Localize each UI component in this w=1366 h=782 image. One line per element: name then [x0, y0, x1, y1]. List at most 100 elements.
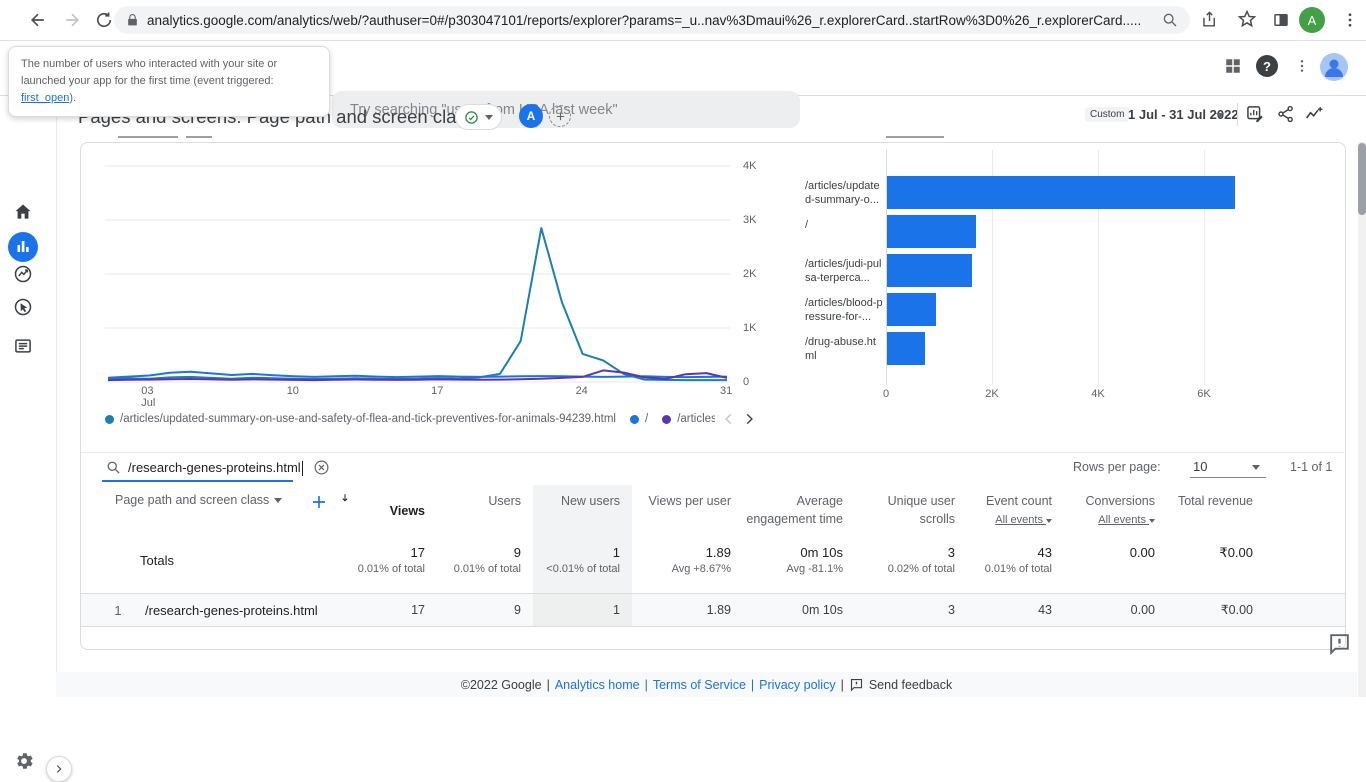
page-footer: ©2022 Google | Analytics home | Terms of Se… — [56, 672, 1357, 697]
column-header-unique-user-scrolls[interactable]: Unique user scrolls — [855, 485, 967, 535]
scrollbar-track[interactable] — [1358, 142, 1366, 697]
apps-grid-icon[interactable] — [1224, 57, 1242, 75]
account-avatar[interactable] — [1320, 53, 1348, 81]
sidebar-item-library[interactable] — [13, 336, 33, 356]
feedback-bubble-icon[interactable] — [1327, 631, 1352, 656]
row-cell: 17 — [411, 603, 425, 617]
sidebar-item-explore[interactable] — [13, 264, 33, 284]
date-range-badge: Custom — [1085, 107, 1130, 122]
customize-report-icon[interactable] — [1245, 104, 1265, 124]
totals-cell: 0m 10s Avg -81.1% — [786, 545, 843, 575]
table-row[interactable]: 1/research-genes-proteins.html 17 9 1 1.89 0m… — [81, 593, 1345, 627]
header-divider — [1237, 103, 1238, 126]
sidebar-expand-button[interactable] — [46, 756, 72, 782]
caret-down-icon — [1046, 518, 1052, 523]
feedback-icon — [849, 677, 864, 692]
share-page-icon[interactable] — [1200, 10, 1219, 29]
y-tick: 0 — [743, 376, 750, 388]
column-header-users[interactable]: Users — [437, 485, 533, 535]
app-menu-icon[interactable] — [1294, 56, 1310, 76]
tooltip-link[interactable]: first_open — [21, 92, 69, 104]
report-status-pill[interactable] — [455, 104, 502, 130]
column-header-new-users[interactable]: New users — [533, 485, 632, 535]
clipped-chart-title — [186, 136, 212, 138]
column-header-conversions[interactable]: Conversions All events — [1064, 485, 1167, 535]
footer-link-privacy-policy[interactable]: Privacy policy — [759, 678, 835, 692]
column-header-event-count[interactable]: Event count All events — [967, 485, 1064, 535]
bar-label: /articles/updated-summary-o... — [805, 180, 880, 207]
y-tick: 4K — [743, 160, 757, 172]
totals-cell: 1.89 Avg +8.67% — [671, 545, 731, 575]
tooltip-suffix: ). — [69, 92, 77, 105]
column-header-views-per-user[interactable]: Views per user — [632, 485, 743, 535]
insights-icon[interactable] — [1304, 104, 1325, 125]
table-search-input[interactable]: /research-genes-proteins.html — [128, 460, 304, 477]
row-cell: 0m 10s — [802, 603, 843, 617]
row-cell: 0.00 — [1130, 603, 1155, 617]
table-totals-row: Totals 17 0.01% of total 9 0.01% of total 1 <0… — [81, 535, 1345, 593]
add-collaborator-button[interactable] — [549, 105, 571, 127]
footer-link-analytics-home[interactable]: Analytics home — [555, 678, 640, 692]
collaborator-avatar[interactable]: A — [519, 104, 543, 128]
zoom-icon[interactable] — [1162, 12, 1178, 28]
bar-label: /articles/blood-pressure-for-... — [805, 297, 883, 324]
bar — [887, 293, 936, 326]
row-dimension: /research-genes-proteins.html — [145, 602, 318, 618]
browser-avatar[interactable]: A — [1299, 7, 1325, 33]
dimension-header[interactable]: Page path and screen class — [100, 493, 283, 507]
send-feedback-link[interactable]: Send feedback — [869, 678, 952, 692]
events-filter[interactable]: All events — [967, 513, 1052, 528]
bookmark-star-icon[interactable] — [1237, 9, 1257, 29]
browser-menu-icon[interactable] — [1341, 10, 1359, 30]
back-icon[interactable] — [28, 10, 48, 30]
y-tick: 2K — [743, 268, 757, 280]
totals-cell: 9 0.01% of total — [453, 545, 521, 575]
legend-dot-icon — [662, 414, 672, 424]
legend-item[interactable]: / — [629, 413, 648, 425]
share-report-icon[interactable] — [1276, 104, 1296, 124]
legend-prev-icon[interactable] — [722, 412, 736, 426]
reload-icon[interactable] — [94, 10, 114, 30]
footer-separator: | — [644, 677, 648, 692]
rows-per-page-caret-icon[interactable] — [1252, 465, 1260, 470]
bar-x-tick: 6K — [1197, 388, 1211, 400]
events-filter[interactable]: All events — [1064, 513, 1155, 528]
legend-item[interactable]: /articles/updated-summary-on-use-and-saf… — [105, 413, 616, 425]
line-chart-svg — [105, 165, 730, 383]
check-circle-icon — [465, 110, 478, 124]
legend-label: /articles/updated-summary-on-use-and-saf… — [120, 413, 616, 425]
date-range-caret-icon[interactable] — [1216, 113, 1224, 118]
add-dimension-button[interactable] — [310, 493, 328, 511]
metric-tooltip: The number of users who interacted with … — [8, 46, 330, 118]
legend-next-icon[interactable] — [742, 412, 756, 426]
help-icon[interactable]: ? — [1256, 55, 1278, 77]
sidebar-item-advertising[interactable] — [13, 297, 33, 317]
sidebar-item-reports[interactable] — [8, 232, 38, 262]
y-tick: 1K — [743, 322, 757, 334]
y-tick: 3K — [743, 214, 757, 226]
totals-cell: 3 0.02% of total — [887, 545, 955, 575]
legend-item[interactable]: /articles/judi-pulsa-terpercaya — [662, 413, 715, 425]
column-header-total-revenue[interactable]: Total revenue — [1167, 485, 1265, 535]
footer-link-terms-of-service[interactable]: Terms of Service — [653, 678, 746, 692]
sidebar-item-home[interactable] — [13, 202, 33, 222]
tooltip-text: The number of users who interacted with … — [21, 58, 278, 88]
column-header-views[interactable]: Views — [340, 485, 437, 535]
side-panel-icon[interactable] — [1272, 11, 1290, 29]
scrollbar-thumb[interactable] — [1358, 143, 1366, 215]
plus-icon — [556, 112, 564, 120]
clear-search-icon[interactable] — [313, 459, 330, 476]
url-bar[interactable]: analytics.google.com/analytics/web/?auth… — [114, 6, 1190, 34]
column-header-average-engagement-time[interactable]: Average engagement time — [743, 485, 855, 535]
x-tick: 10 — [286, 385, 299, 397]
legend-dot-icon — [629, 414, 639, 424]
table-search-icon — [106, 460, 121, 475]
rows-per-page-select[interactable]: 10 — [1193, 459, 1207, 474]
legend-label: /articles/judi-pulsa-terpercaya — [677, 413, 715, 425]
text-cursor — [301, 461, 304, 477]
chart-legend: /articles/updated-summary-on-use-and-saf… — [105, 413, 715, 425]
totals-cell: 17 0.01% of total — [357, 545, 425, 575]
clipped-chart-title — [118, 136, 178, 138]
forward-icon[interactable] — [62, 10, 82, 30]
sidebar-item-admin-gear-icon[interactable] — [13, 750, 35, 772]
